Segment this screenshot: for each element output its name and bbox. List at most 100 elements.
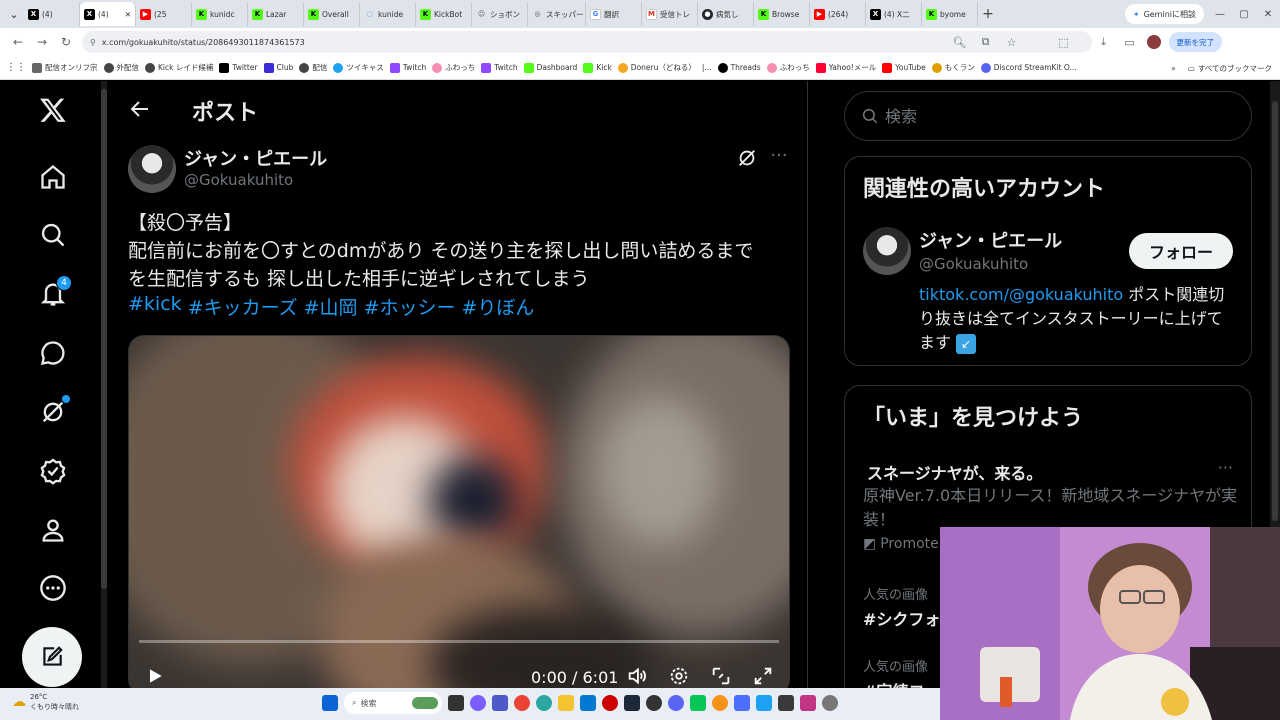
trend-title[interactable]: #宗練コ — [863, 678, 924, 688]
browser-tab[interactable]: X (4) X二 — [866, 2, 922, 26]
copilot-icon[interactable] — [470, 695, 486, 711]
cast-icon[interactable]: ⧉ — [975, 31, 997, 53]
volume-icon[interactable] — [625, 664, 649, 688]
related-name[interactable]: ジャン・ピエール — [919, 227, 1062, 253]
bookmark-item[interactable]: YouTube — [882, 62, 926, 73]
bookmark-item[interactable]: 配信 — [299, 62, 327, 73]
trend-description[interactable]: 原神Ver.7.0本日リリース！新地域スネージナヤが実装！ — [863, 484, 1243, 532]
browser-tab[interactable]: Kkunidc — [192, 2, 248, 26]
trend-title[interactable]: スネージナヤが、来る。 — [867, 460, 1042, 484]
browser-tab[interactable]: K Lazar — [248, 2, 304, 26]
bookmark-item[interactable]: Kick レイド候補 — [145, 62, 213, 73]
more-icon[interactable] — [34, 569, 72, 607]
minimize-button[interactable]: — — [1208, 0, 1232, 28]
more-options-icon[interactable]: ··· — [768, 147, 790, 169]
hashtag-link[interactable]: #りぼん — [461, 293, 534, 320]
grok-icon[interactable] — [34, 393, 72, 431]
browser-tab[interactable]: G 翻訳 — [586, 2, 642, 26]
bookmark-item[interactable]: Doneru（どねる） — [617, 62, 696, 73]
maximize-button[interactable]: ▢ — [1232, 0, 1256, 28]
page-scrollbar-thumb[interactable] — [1272, 101, 1278, 521]
settings-icon[interactable] — [667, 664, 691, 688]
update-button[interactable]: 更新を完了 — [1168, 32, 1222, 52]
bookmark-item[interactable]: 外配信 — [103, 62, 139, 73]
browser-tab[interactable]: M 受信トレ — [642, 2, 698, 26]
x-logo-icon[interactable] — [34, 91, 72, 129]
trend-title[interactable]: #シクフォ — [863, 606, 940, 630]
video-progress-bar[interactable] — [139, 640, 779, 643]
bookmark-item[interactable]: |... — [702, 63, 712, 72]
tab-search-icon[interactable]: ⌄ — [4, 4, 24, 24]
home-icon[interactable] — [34, 158, 72, 196]
bookmark-item[interactable]: Discord StreamKit O... — [980, 62, 1077, 73]
taskbar-search[interactable]: ⌕ 検索 — [344, 692, 442, 714]
notifications-icon[interactable]: 4 — [34, 275, 72, 313]
edge-icon[interactable] — [536, 695, 552, 711]
hashtag-link[interactable]: #キッカーズ — [188, 293, 298, 320]
grok-explain-icon[interactable] — [736, 147, 758, 169]
new-tab-button[interactable]: + — [978, 6, 998, 22]
teams-icon[interactable] — [492, 695, 508, 711]
browser-tab[interactable]: ▶ (264) — [810, 2, 866, 26]
hashtag-link[interactable]: #kick — [128, 293, 182, 320]
bookmark-item[interactable]: Twitter — [219, 62, 258, 73]
notepad-icon[interactable] — [756, 695, 772, 711]
trend-more-icon[interactable]: ··· — [1218, 458, 1233, 477]
line-icon[interactable] — [690, 695, 706, 711]
related-avatar[interactable] — [863, 227, 911, 275]
picture-in-picture-icon[interactable] — [709, 664, 733, 688]
gemini-button[interactable]: ✦ Geminiに相談 — [1124, 4, 1204, 24]
nav-scrollbar-thumb[interactable] — [101, 89, 107, 589]
extensions-icon[interactable]: ⬚ — [1053, 31, 1075, 53]
bookmark-item[interactable]: Kick — [583, 62, 612, 73]
browser-tab-active[interactable]: X (4) ✕ — [80, 2, 136, 26]
bookmark-item[interactable]: ふわっち — [766, 62, 810, 73]
url-bar[interactable]: ⚲ x.com/gokuakuhito/status/20864930118743… — [82, 31, 1092, 53]
browser-tab[interactable]: K Overall — [304, 2, 360, 26]
bookmark-item[interactable]: ふわっち — [432, 62, 475, 73]
author-handle[interactable]: @Gokuakuhito — [184, 171, 293, 189]
author-avatar[interactable] — [128, 145, 176, 193]
hashtag-link[interactable]: #山岡 — [304, 293, 358, 320]
messages-icon[interactable] — [34, 334, 72, 372]
video-player[interactable]: 0:00 / 6:01 — [128, 335, 790, 688]
obs-icon[interactable] — [646, 695, 662, 711]
bookmark-item[interactable]: 配信オンリフ宗 — [32, 62, 98, 73]
browser-tab[interactable]: ◌ kunide — [360, 2, 416, 26]
start-icon[interactable] — [322, 695, 338, 711]
discord-icon[interactable] — [668, 695, 684, 711]
site-info-icon[interactable]: ⚲ — [90, 38, 96, 47]
bookmark-item[interactable]: Dashboard — [523, 62, 577, 73]
app-icon[interactable] — [734, 695, 750, 711]
close-window-button[interactable]: ✕ — [1256, 0, 1280, 28]
apps-icon[interactable]: ⋮⋮ — [6, 62, 26, 73]
bookmark-item[interactable]: Twitch — [481, 62, 518, 73]
search-input[interactable] — [885, 106, 1225, 126]
browser-tab[interactable]: ☺ ショボン — [472, 2, 528, 26]
app-icon[interactable] — [602, 695, 618, 711]
forward-button[interactable]: → — [30, 30, 54, 54]
related-handle[interactable]: @Gokuakuhito — [919, 255, 1028, 273]
profile-icon[interactable] — [34, 511, 72, 549]
back-arrow-icon[interactable] — [128, 97, 152, 121]
browser-tab[interactable]: ● 病気し — [698, 2, 754, 26]
reload-button[interactable]: ↻ — [54, 30, 78, 54]
bookmark-item[interactable]: Yahoo!メール — [815, 62, 876, 73]
weather-widget[interactable]: ☁ 26°C くもり時々晴れ — [12, 692, 79, 712]
steam-icon[interactable] — [624, 695, 640, 711]
app-icon[interactable] — [778, 695, 794, 711]
bookmark-item[interactable]: ツイキャス — [333, 62, 384, 73]
author-name[interactable]: ジャン・ピエール — [184, 145, 327, 171]
all-bookmarks-folder[interactable]: ▭ すべてのブックマーク — [1188, 63, 1272, 74]
bookmark-item[interactable]: Threads — [717, 62, 761, 73]
play-icon[interactable] — [143, 664, 167, 688]
app-icon[interactable] — [800, 695, 816, 711]
bookmark-item[interactable]: もくラン — [931, 62, 975, 73]
browser-tab[interactable]: ▶ (25 — [136, 2, 192, 26]
task-view-icon[interactable] — [448, 695, 464, 711]
more-bookmarks-icon[interactable]: » — [1171, 64, 1176, 73]
store-icon[interactable] — [580, 695, 596, 711]
browser-tab[interactable]: K KickBot — [416, 2, 472, 26]
browser-tab[interactable]: ◎ スキッパー — [528, 2, 586, 26]
hashtag-link[interactable]: #ホッシー — [364, 293, 456, 320]
